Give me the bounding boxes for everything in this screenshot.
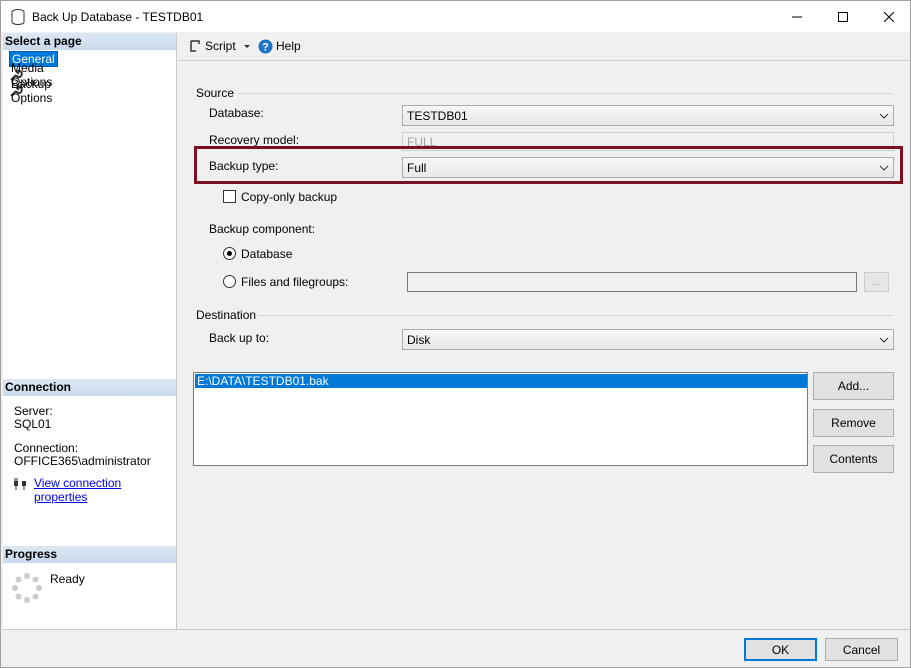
left-pane: Select a page General Media Options Back…: [3, 33, 177, 629]
help-icon: ?: [258, 39, 273, 53]
cancel-button[interactable]: Cancel: [825, 638, 898, 661]
copy-only-checkbox[interactable]: [223, 190, 236, 203]
svg-text:?: ?: [262, 41, 269, 53]
chevron-down-icon: [243, 45, 250, 48]
close-icon: [884, 11, 894, 22]
minimize-button[interactable]: [774, 1, 820, 32]
destination-divider: [258, 315, 893, 316]
component-database-radio[interactable]: [223, 247, 236, 260]
window-title: Back Up Database - TESTDB01: [32, 10, 204, 24]
nav-item-backup-options[interactable]: Backup Options: [9, 77, 52, 105]
connection-value: OFFICE365\administrator: [14, 454, 151, 468]
dialog-footer: OK Cancel: [3, 629, 910, 667]
progress-spinner-icon: [12, 573, 42, 603]
chevron-down-icon: [879, 165, 889, 171]
maximize-button[interactable]: [820, 1, 866, 32]
database-select[interactable]: TESTDB01: [402, 105, 894, 126]
connection-header: Connection: [3, 379, 176, 396]
recovery-model-label: Recovery model:: [209, 133, 300, 147]
progress-header: Progress: [3, 546, 176, 563]
destination-list[interactable]: E:\DATA\TESTDB01.bak: [193, 372, 808, 466]
connection-label: Connection:: [14, 441, 79, 455]
ok-button[interactable]: OK: [744, 638, 817, 661]
backup-to-label: Back up to:: [209, 331, 270, 345]
chevron-down-icon: [879, 337, 889, 343]
backup-to-select[interactable]: Disk: [402, 329, 894, 350]
server-label: Server:: [14, 404, 53, 418]
maximize-icon: [838, 11, 848, 22]
help-button[interactable]: ? Help: [258, 37, 301, 55]
remove-button[interactable]: Remove: [813, 409, 894, 437]
title-bar: Back Up Database - TESTDB01: [1, 1, 910, 32]
contents-button[interactable]: Contents: [813, 445, 894, 473]
component-files-label: Files and filegroups:: [241, 275, 349, 289]
add-button[interactable]: Add...: [813, 372, 894, 400]
backup-type-value: Full: [407, 161, 427, 175]
minimize-icon: [792, 16, 802, 17]
script-button[interactable]: Script: [188, 37, 252, 55]
copy-only-label: Copy-only backup: [241, 190, 338, 204]
nav-item-label: Backup Options: [11, 77, 53, 105]
toolbar: Script ? Help: [178, 33, 910, 59]
connection-properties-icon: [14, 478, 26, 490]
server-value: SQL01: [14, 417, 52, 431]
backup-type-label: Backup type:: [209, 159, 279, 173]
chevron-down-icon: [879, 113, 889, 119]
filegroups-browse-button: ...: [864, 272, 889, 292]
source-divider: [238, 93, 893, 94]
backup-component-label: Backup component:: [209, 222, 316, 236]
script-icon: [190, 40, 200, 52]
destination-group-label: Destination: [196, 308, 257, 322]
source-group-label: Source: [196, 86, 235, 100]
backup-type-select[interactable]: Full: [402, 157, 894, 178]
component-files-radio[interactable]: [223, 275, 236, 288]
component-database-label: Database: [241, 247, 293, 261]
view-connection-properties-link[interactable]: View connection properties: [34, 476, 176, 504]
close-button[interactable]: [866, 1, 911, 32]
filegroups-field: [407, 272, 857, 292]
database-label: Database:: [209, 106, 264, 120]
general-page: Source Database: TESTDB01 Recovery model…: [178, 60, 910, 629]
select-page-header: Select a page: [3, 33, 176, 50]
database-value: TESTDB01: [407, 109, 468, 123]
backup-to-value: Disk: [407, 333, 431, 347]
progress-status: Ready: [50, 572, 85, 586]
script-label: Script: [205, 39, 236, 53]
backup-dialog: Back Up Database - TESTDB01 Select a pag…: [0, 0, 911, 668]
list-item[interactable]: E:\DATA\TESTDB01.bak: [195, 374, 807, 388]
help-label: Help: [276, 39, 301, 53]
database-icon: [11, 9, 25, 25]
